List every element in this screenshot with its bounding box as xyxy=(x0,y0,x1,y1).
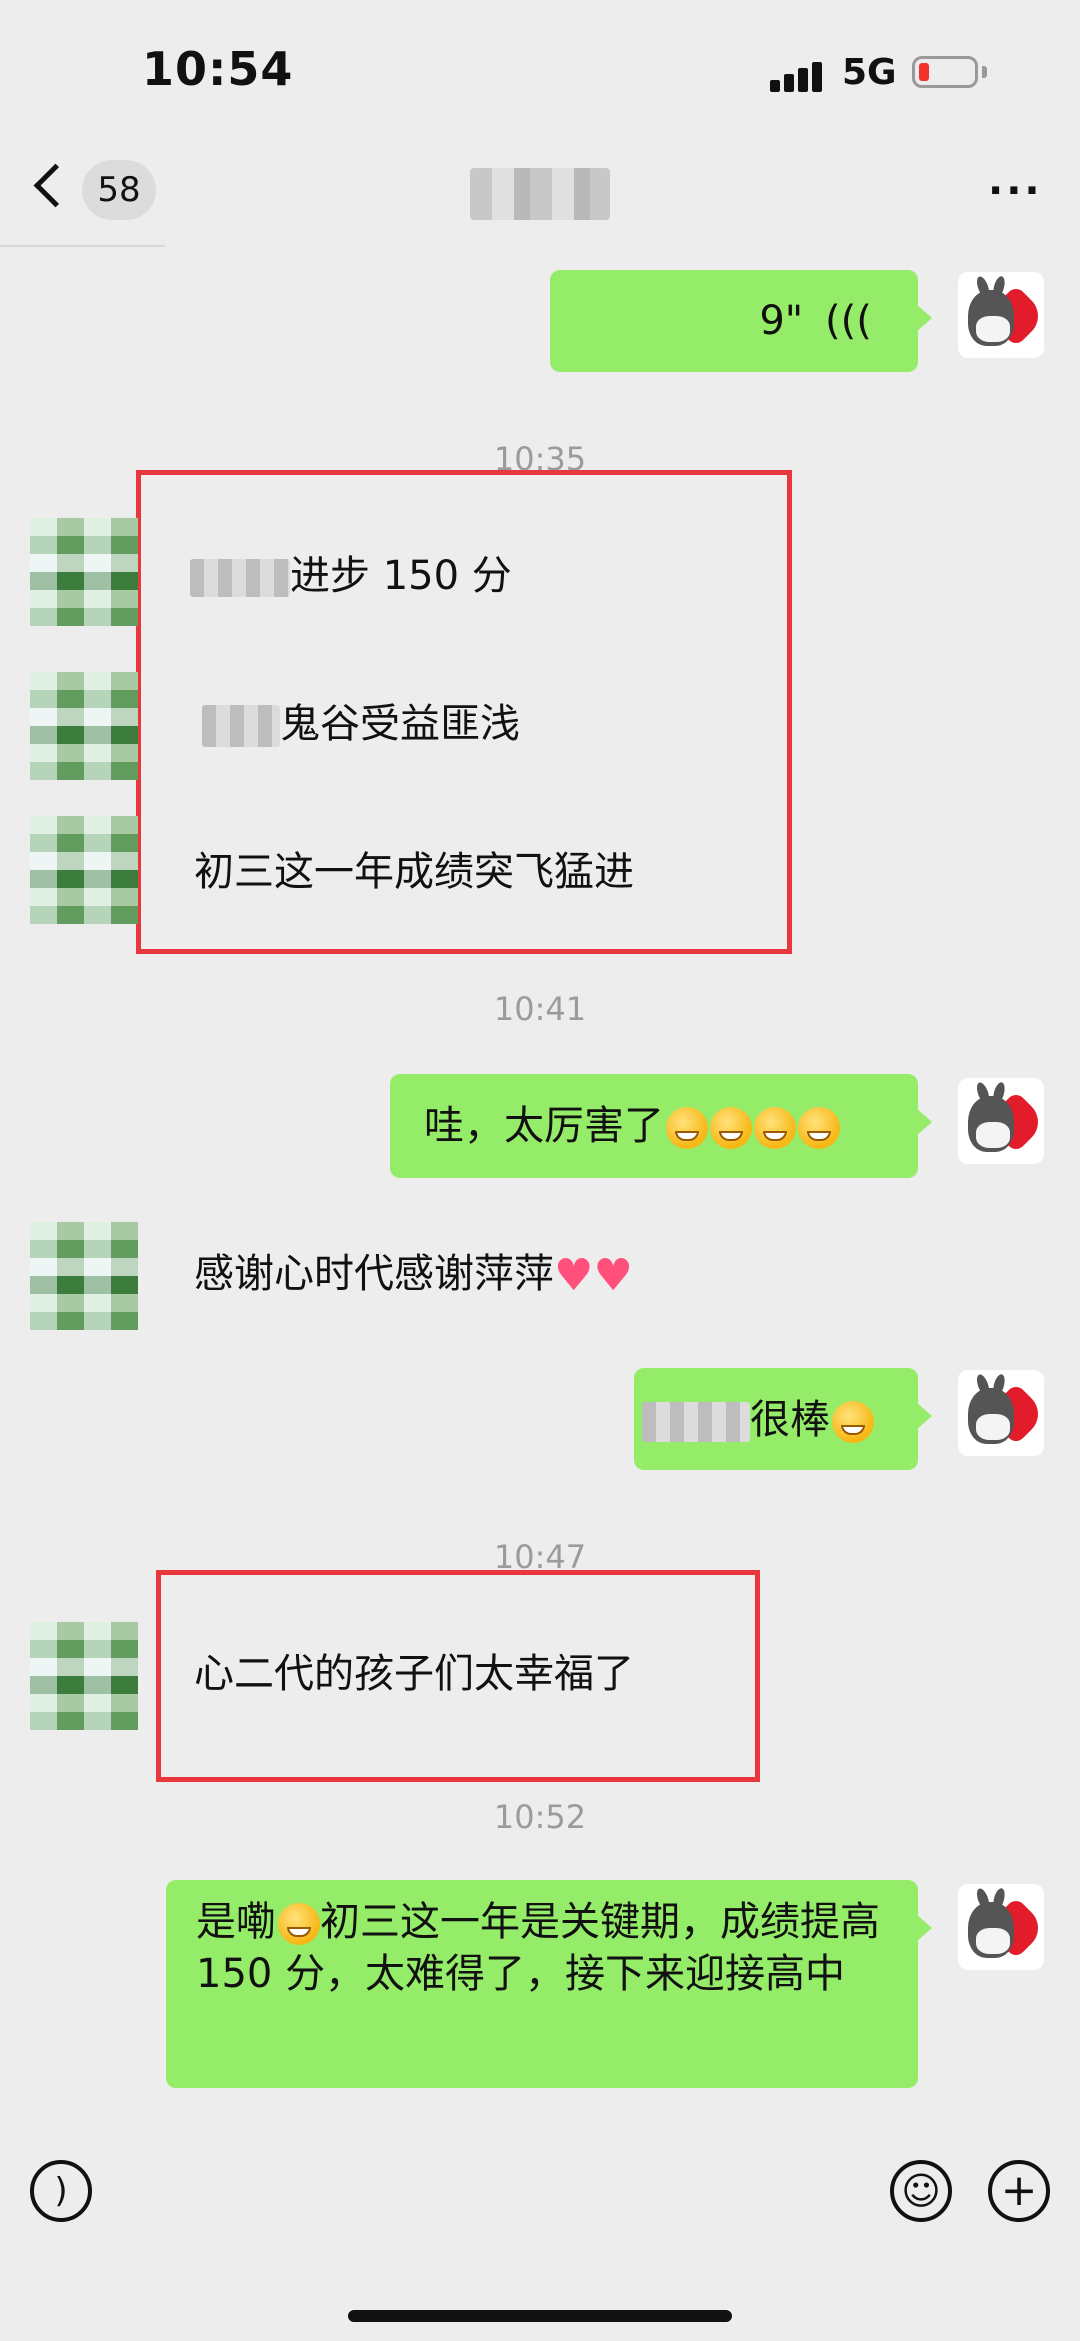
timestamp: 10:52 xyxy=(493,1798,587,1836)
message-bubble-self[interactable]: 是嘞 初三这一年是关键期，成绩提高 150 分，太难得了，接下来迎接高中 xyxy=(166,1880,932,2088)
more-icon[interactable]: ··· xyxy=(988,171,1043,211)
avatar-contact[interactable] xyxy=(30,1622,138,1730)
message-text: 初三这一年成绩突飞猛进 xyxy=(194,849,634,895)
voice-input-icon[interactable]: ) xyxy=(30,2160,92,2222)
back-icon[interactable] xyxy=(33,163,78,208)
home-indicator[interactable] xyxy=(348,2310,732,2322)
heart-emoji-icon: ♥♥ xyxy=(554,1250,633,1301)
avatar-self[interactable] xyxy=(958,1370,1044,1456)
battery-icon xyxy=(912,56,978,88)
voice-wave-icon: ))) xyxy=(825,298,872,344)
avatar-contact[interactable] xyxy=(30,816,138,924)
emoji-icon xyxy=(710,1107,752,1149)
emoji-icon xyxy=(666,1107,708,1149)
avatar-contact[interactable] xyxy=(30,672,138,780)
grin-emoji-icon xyxy=(278,1903,320,1945)
avatar-self[interactable] xyxy=(958,1884,1044,1970)
grin-emoji-icon xyxy=(832,1401,874,1443)
message-bubble-self[interactable]: 哇，太厉害了 xyxy=(390,1074,932,1178)
battery-tip xyxy=(982,66,987,78)
voice-duration: 9" xyxy=(759,298,804,344)
message-text: 感谢心时代感谢萍萍♥♥ xyxy=(194,1250,633,1301)
emoji-icon[interactable]: ☺ xyxy=(890,2160,952,2222)
network-label: 5G xyxy=(842,52,897,93)
message-text: 鬼谷受益匪浅 xyxy=(202,698,520,750)
nav-divider xyxy=(0,245,165,247)
avatar-contact[interactable] xyxy=(30,1222,138,1330)
signal-icon xyxy=(770,58,830,92)
avatar-self[interactable] xyxy=(958,272,1044,358)
redacted-text xyxy=(190,559,290,597)
plus-icon[interactable]: + xyxy=(988,2160,1050,2222)
avatar-contact[interactable] xyxy=(30,518,138,626)
emoji-icon xyxy=(798,1107,840,1149)
voice-message-bubble[interactable]: 9"))) xyxy=(550,270,932,372)
emoji-icon xyxy=(754,1107,796,1149)
message-text: 进步 150 分 xyxy=(190,550,512,602)
timestamp: 10:41 xyxy=(493,990,587,1028)
message-bubble-self[interactable]: 很棒 xyxy=(634,1368,932,1470)
redacted-text xyxy=(202,705,280,747)
message-text: 心二代的孩子们太幸福了 xyxy=(194,1651,634,1697)
chat-title-redacted xyxy=(470,168,610,220)
unread-badge[interactable]: 58 xyxy=(82,160,156,220)
status-time: 10:54 xyxy=(142,42,294,96)
avatar-self[interactable] xyxy=(958,1078,1044,1164)
redacted-text xyxy=(642,1402,750,1442)
